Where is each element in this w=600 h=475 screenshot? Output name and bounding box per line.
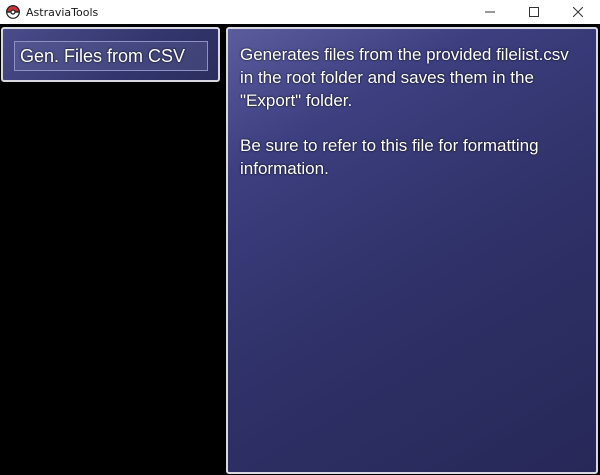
close-icon <box>573 7 583 17</box>
minimize-button[interactable] <box>468 0 512 24</box>
app-window: AstraviaTools Gen. Files from CSV Genera… <box>0 0 600 475</box>
window-controls <box>468 0 600 24</box>
command-window: Gen. Files from CSV <box>1 27 220 82</box>
maximize-button[interactable] <box>512 0 556 24</box>
help-window: Generates files from the provided fileli… <box>226 27 598 474</box>
game-canvas: Gen. Files from CSV Generates files from… <box>0 24 600 475</box>
minimize-icon <box>485 11 495 13</box>
help-paragraph-note: Be sure to refer to this file for format… <box>240 136 539 178</box>
help-paragraph-description: Generates files from the provided fileli… <box>240 45 569 110</box>
maximize-icon <box>529 7 539 17</box>
pokeball-icon <box>6 5 20 19</box>
window-title: AstraviaTools <box>26 5 99 19</box>
gen-files-from-csv-command[interactable]: Gen. Files from CSV <box>14 41 208 71</box>
title-bar[interactable]: AstraviaTools <box>0 0 600 24</box>
close-button[interactable] <box>556 0 600 24</box>
